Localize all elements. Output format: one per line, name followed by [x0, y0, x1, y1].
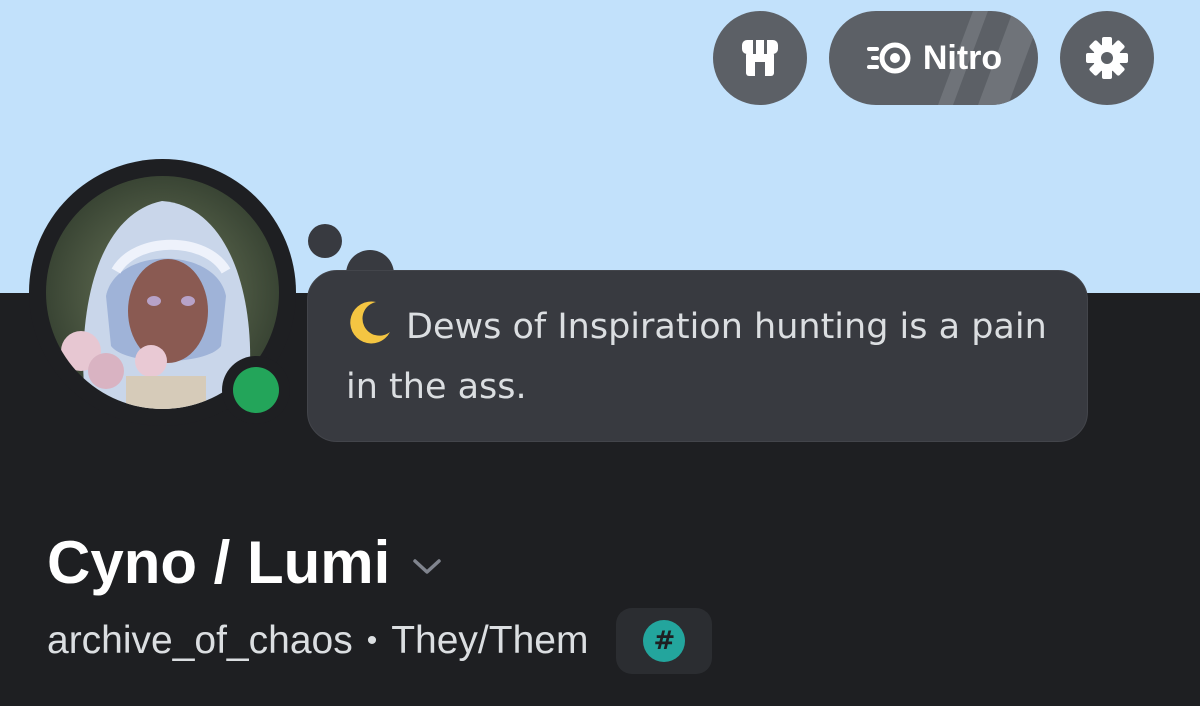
gear-icon — [1086, 37, 1128, 79]
custom-status-text: Dews of Inspiration hunting is a pain in… — [346, 307, 1047, 407]
thought-bubble-dot-small — [308, 224, 342, 258]
hashtag-badge-icon: # — [643, 620, 686, 662]
nitro-icon — [866, 42, 911, 74]
nitro-label: Nitro — [922, 38, 1003, 77]
shop-button[interactable] — [713, 11, 807, 105]
username: archive_of_chaos — [47, 619, 353, 662]
crescent-moon-icon — [350, 301, 390, 344]
pronouns: They/Them — [391, 619, 589, 662]
custom-status-bubble[interactable]: Dews of Inspiration hunting is a pain in… — [307, 270, 1088, 442]
username-row: archive_of_chaos • They/Them # — [47, 608, 713, 674]
chevron-down-icon[interactable] — [412, 558, 442, 576]
nitro-button[interactable]: Nitro — [829, 11, 1038, 105]
separator-dot: • — [366, 624, 378, 657]
online-status-dot — [233, 367, 279, 413]
display-name-row[interactable]: Cyno / Lumi — [47, 528, 442, 597]
settings-button[interactable] — [1060, 11, 1154, 105]
badge-container[interactable]: # — [616, 608, 713, 674]
shop-icon — [742, 40, 778, 76]
online-status-indicator — [222, 356, 290, 424]
display-name: Cyno / Lumi — [47, 529, 391, 596]
